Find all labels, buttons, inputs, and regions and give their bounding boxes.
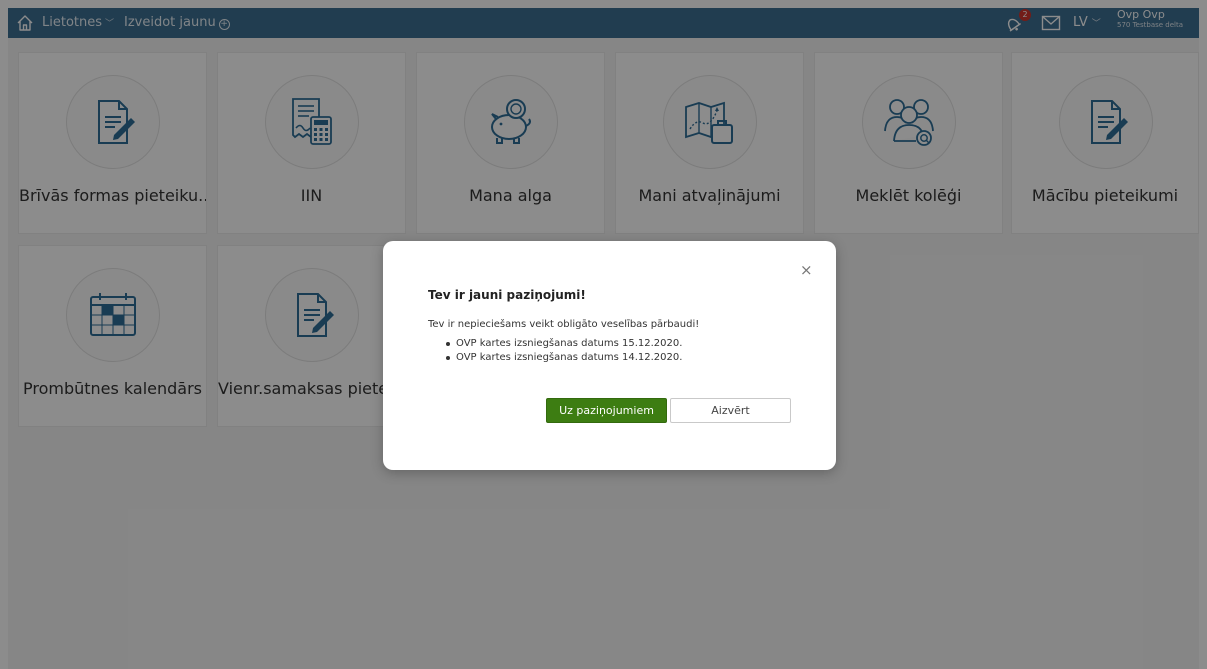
- list-item: OVP kartes izsniegšanas datums 14.12.202…: [446, 351, 682, 365]
- dialog-message: Tev ir nepieciešams veikt obligāto vesel…: [428, 319, 700, 330]
- notification-list: OVP kartes izsniegšanas datums 15.12.202…: [446, 337, 682, 365]
- notifications-dialog: × Tev ir jauni paziņojumi! Tev ir nepiec…: [383, 241, 836, 470]
- dialog-title: Tev ir jauni paziņojumi!: [428, 288, 586, 302]
- close-icon[interactable]: ×: [800, 261, 813, 279]
- close-button[interactable]: Aizvērt: [670, 398, 791, 423]
- list-item: OVP kartes izsniegšanas datums 15.12.202…: [446, 337, 682, 351]
- go-to-notifications-button[interactable]: Uz paziņojumiem: [546, 398, 667, 423]
